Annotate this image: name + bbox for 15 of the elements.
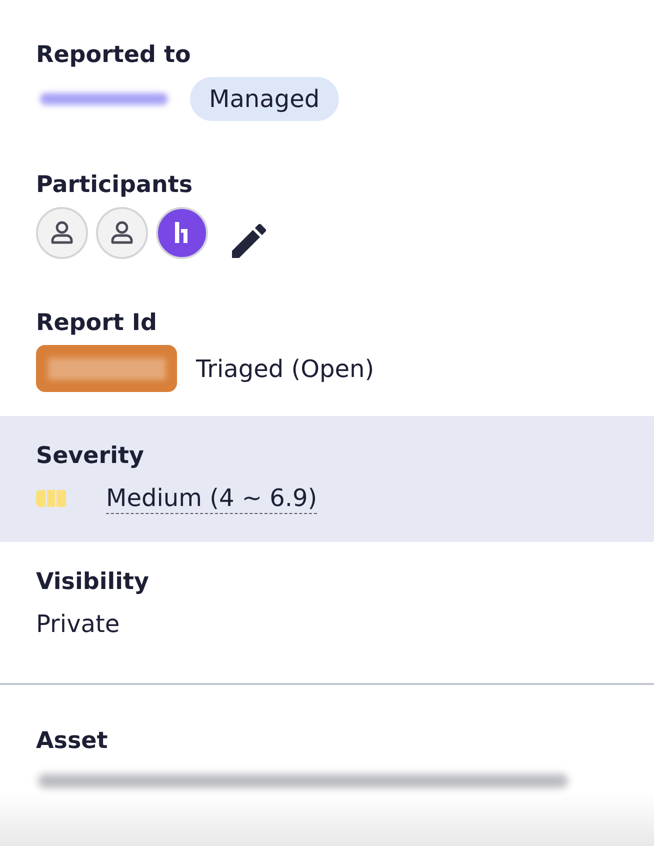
field-label: Asset bbox=[36, 727, 108, 756]
user-avatar-icon[interactable] bbox=[36, 207, 88, 259]
field-label: Visibility bbox=[36, 568, 149, 597]
managed-badge: Managed bbox=[190, 77, 339, 121]
field-label: Report Id bbox=[36, 309, 157, 338]
field-label: Reported to bbox=[36, 41, 191, 70]
field-label: Participants bbox=[36, 171, 193, 200]
severity-bars-icon bbox=[36, 490, 66, 506]
severity-rating[interactable]: Medium (4 ~ 6.9) bbox=[106, 482, 318, 514]
field-value: Private bbox=[36, 609, 120, 640]
user-avatar-icon[interactable] bbox=[96, 207, 148, 259]
report-status: Triaged (Open) bbox=[196, 354, 374, 384]
edit-icon[interactable] bbox=[232, 224, 266, 258]
logo-avatar-icon[interactable] bbox=[156, 207, 208, 259]
field-label: Severity bbox=[36, 442, 144, 471]
